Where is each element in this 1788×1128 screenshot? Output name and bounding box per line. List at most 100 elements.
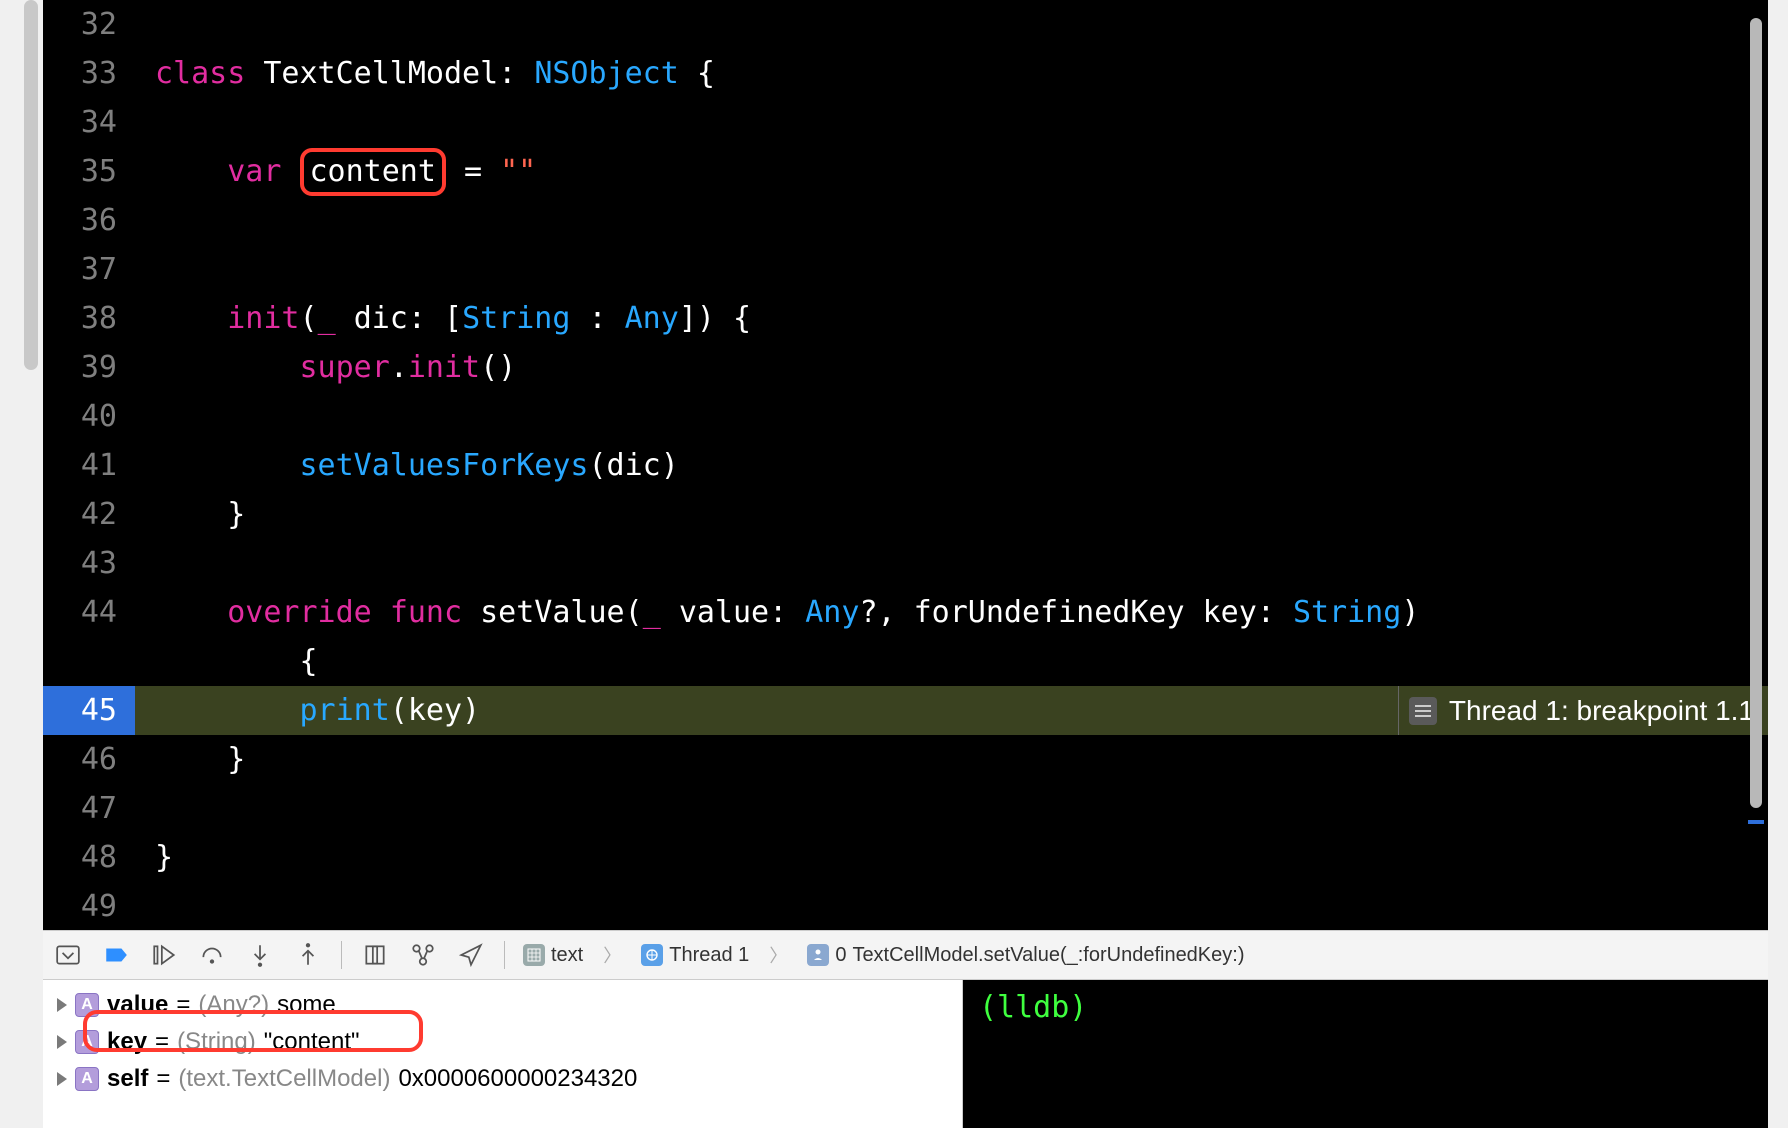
process-name: text [551,944,583,967]
equals-label: = [155,1028,169,1056]
hamburger-icon [1409,697,1437,725]
line-number[interactable]: 49 [43,882,135,931]
line-number[interactable]: 43 [43,539,135,588]
code-line[interactable] [135,392,1768,441]
thread-name: Thread 1 [669,944,749,967]
code-line[interactable]: override func setValue(_ value: Any?, fo… [135,588,1768,637]
code-line[interactable]: print(key)Thread 1: breakpoint 1.1 [135,686,1768,735]
variable-value: some [277,991,336,1019]
code-line[interactable] [135,0,1768,49]
variable-row[interactable]: Avalue = (Any?) some [43,986,962,1023]
equals-label: = [156,1065,170,1093]
thread-crumb[interactable]: Thread 1 [641,944,749,967]
frame-icon [807,944,829,966]
frame-index: 0 [835,944,846,967]
variable-value: "content" [264,1028,360,1056]
play-bar-icon [151,942,177,968]
location-icon [458,942,484,968]
editor-scrollbar[interactable] [1750,18,1762,808]
debug-view-hierarchy-button[interactable] [360,940,390,970]
step-over-icon [199,942,225,968]
console-prompt: (lldb) [979,990,1087,1025]
line-number[interactable]: 36 [43,196,135,245]
graph-nodes-icon [410,942,436,968]
execution-pointer-badge[interactable]: Thread 1: breakpoint 1.1 [1398,686,1768,735]
code-line[interactable] [135,784,1768,833]
code-line[interactable]: } [135,490,1768,539]
navigator-scrollbar[interactable] [24,0,38,370]
3d-layers-icon [362,942,388,968]
code-line[interactable]: } [135,735,1768,784]
code-line[interactable]: } [135,833,1768,882]
hide-debug-area-button[interactable] [53,940,83,970]
chevron-down-box-icon [55,942,81,968]
code-line[interactable] [135,539,1768,588]
variable-kind-badge: A [75,1030,99,1054]
line-number[interactable]: 41 [43,441,135,490]
code-editor[interactable]: 32333435363738394041424344 4546474849 cl… [43,0,1768,930]
variable-name: value [107,991,168,1019]
variable-type: (String) [177,1028,256,1056]
equals-label: = [176,991,190,1019]
line-number[interactable]: 47 [43,784,135,833]
line-number[interactable]: 40 [43,392,135,441]
code-line[interactable]: setValuesForKeys(dic) [135,441,1768,490]
line-number[interactable]: 45 [43,686,135,735]
line-number[interactable]: 39 [43,343,135,392]
disclosure-triangle-icon[interactable] [57,1035,67,1049]
code-line[interactable] [135,882,1768,931]
line-gutter[interactable]: 32333435363738394041424344 4546474849 [43,0,135,930]
thread-icon [641,944,663,966]
variable-name: self [107,1065,148,1093]
line-number[interactable]: 37 [43,245,135,294]
step-over-button[interactable] [197,940,227,970]
crumb-separator: 〉 [769,942,787,968]
frame-name: TextCellModel.setValue(_:forUndefinedKey… [852,944,1244,967]
breakpoint-marker[interactable] [1748,820,1764,824]
breakpoints-toggle-button[interactable] [101,940,131,970]
continue-button[interactable] [149,940,179,970]
code-column[interactable]: class TextCellModel: NSObject { var cont… [135,0,1768,930]
frame-crumb[interactable]: 0 TextCellModel.setValue(_:forUndefinedK… [807,944,1244,967]
line-number[interactable]: 34 [43,98,135,147]
code-line[interactable] [135,196,1768,245]
code-line[interactable]: init(_ dic: [String : Any]) { [135,294,1768,343]
line-number[interactable]: 33 [43,49,135,98]
variable-kind-badge: A [75,1067,99,1091]
line-number[interactable]: 46 [43,735,135,784]
line-number[interactable]: 32 [43,0,135,49]
breakpoint-icon [103,942,129,968]
simulate-location-button[interactable] [456,940,486,970]
code-line[interactable] [135,98,1768,147]
line-number[interactable]: 48 [43,833,135,882]
variable-row[interactable]: Akey = (String) "content" [43,1023,962,1060]
code-line[interactable] [135,245,1768,294]
variable-type: (text.TextCellModel) [178,1065,390,1093]
line-number[interactable]: 44 [43,588,135,637]
variable-type: (Any?) [198,991,269,1019]
lldb-console[interactable]: (lldb) [963,980,1768,1128]
step-out-icon [295,942,321,968]
variables-view[interactable]: Avalue = (Any?) someAkey = (String) "con… [43,980,963,1128]
step-out-button[interactable] [293,940,323,970]
step-into-button[interactable] [245,940,275,970]
code-line[interactable]: class TextCellModel: NSObject { [135,49,1768,98]
variable-row[interactable]: Aself = (text.TextCellModel) 0x000060000… [43,1060,962,1097]
code-line[interactable]: var content = "" [135,147,1768,196]
line-number-continuation [43,637,135,686]
disclosure-triangle-icon[interactable] [57,1072,67,1086]
code-line[interactable]: { [135,637,1768,686]
process-icon [523,944,545,966]
toolbar-separator [341,941,342,969]
line-number[interactable]: 35 [43,147,135,196]
process-crumb[interactable]: text [523,944,583,967]
debug-memory-graph-button[interactable] [408,940,438,970]
debug-area: Avalue = (Any?) someAkey = (String) "con… [43,980,1768,1128]
toolbar-separator [504,941,505,969]
line-number[interactable]: 38 [43,294,135,343]
disclosure-triangle-icon[interactable] [57,998,67,1012]
code-line[interactable]: super.init() [135,343,1768,392]
step-into-icon [247,942,273,968]
line-number[interactable]: 42 [43,490,135,539]
variable-value: 0x0000600000234320 [398,1065,637,1093]
